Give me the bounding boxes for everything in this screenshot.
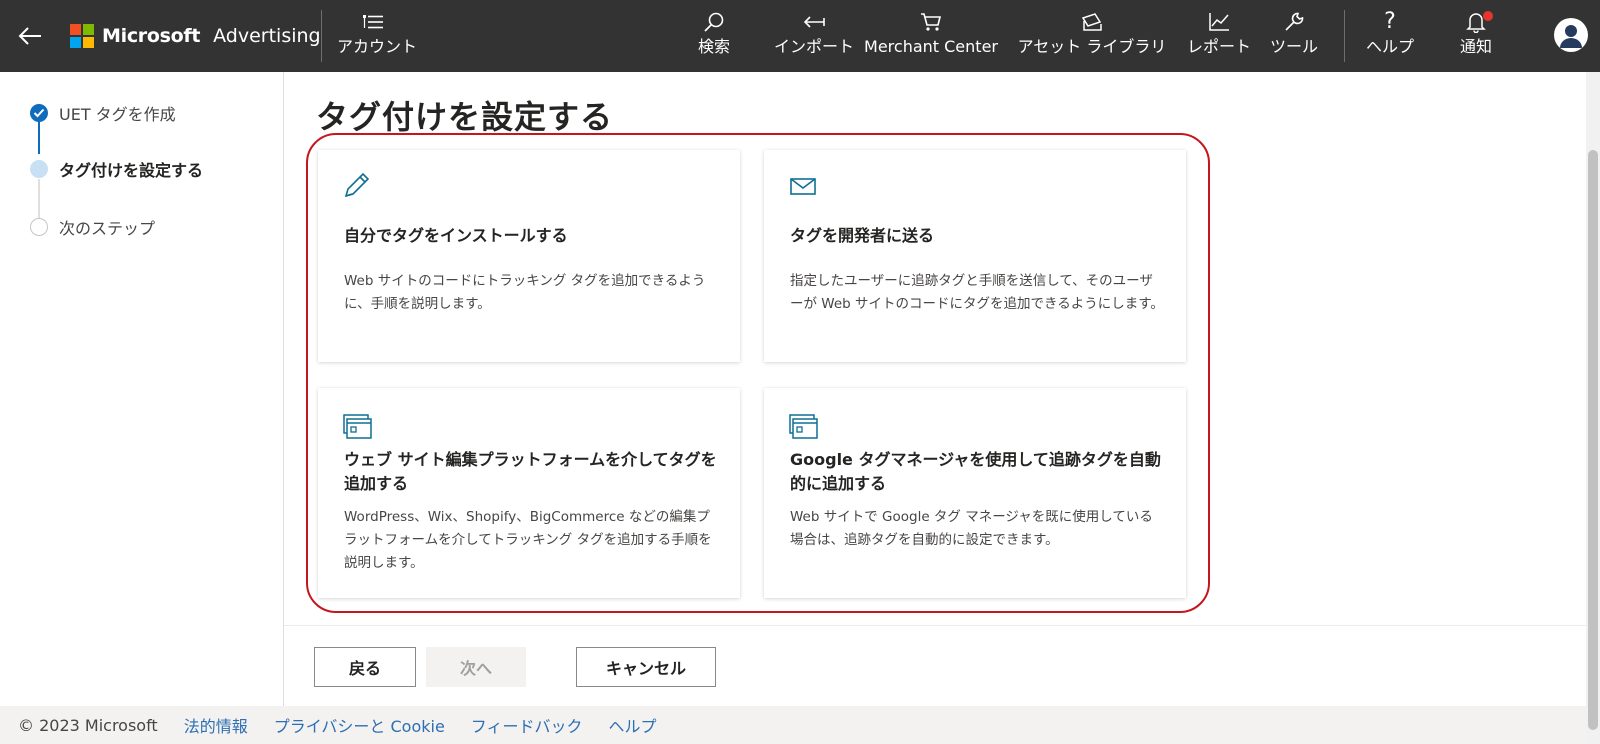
nav-merchant-center[interactable]: Merchant Center: [864, 10, 998, 62]
card-description: WordPress、Wix、Shopify、BigCommerce などの編集プ…: [344, 509, 712, 571]
nav-tools[interactable]: ツール: [1264, 10, 1324, 62]
nav-import[interactable]: インポート: [766, 10, 862, 62]
reports-chart-icon: [1208, 10, 1230, 34]
card-title: タグを開発者に送る: [790, 226, 935, 245]
account-tree-icon: [362, 10, 392, 34]
nav-merchant-label: Merchant Center: [864, 37, 998, 56]
step-configure-tagging: タグ付けを設定する: [30, 157, 203, 181]
footer-link-legal[interactable]: 法的情報: [184, 713, 248, 737]
account-label: アカウント: [336, 37, 417, 56]
nav-notifications[interactable]: 通知: [1452, 10, 1500, 62]
browser-window-icon: [343, 414, 372, 439]
user-avatar[interactable]: [1554, 18, 1588, 52]
topbar-divider: [321, 10, 322, 62]
help-question-icon: ?: [1384, 9, 1396, 34]
import-icon: [802, 10, 826, 34]
card-title: Google タグマネージャを使用して追跡タグを自動的に追加する: [790, 450, 1161, 493]
step-label: UET タグを作成: [59, 105, 176, 124]
microsoft-advertising-logo[interactable]: Microsoft Advertising: [70, 22, 321, 50]
next-button[interactable]: 次へ: [426, 647, 526, 687]
action-bar-divider: [284, 625, 1586, 626]
nav-tools-label: ツール: [1269, 37, 1318, 56]
current-step-dot-icon: [30, 160, 48, 178]
step-create-uet-tag[interactable]: UET タグを作成: [30, 101, 176, 125]
cancel-button[interactable]: キャンセル: [576, 647, 716, 687]
card-title: ウェブ サイト編集プラットフォームを介してタグを追加する: [344, 450, 717, 493]
user-icon: [1560, 25, 1582, 48]
step-label: 次のステップ: [59, 219, 156, 238]
nav-notifications-label: 通知: [1459, 37, 1492, 56]
nav-help[interactable]: ? ヘルプ: [1358, 10, 1422, 62]
asset-library-icon: [1080, 10, 1104, 34]
scrollbar-thumb[interactable]: [1588, 150, 1598, 730]
nav-search-label: 検索: [697, 37, 730, 56]
pencil-icon: [344, 172, 370, 198]
card-description: 指定したユーザーに追跡タグと手順を送信して、そのユーザーが Web サイトのコー…: [790, 273, 1164, 312]
top-navigation-bar: Microsoft Advertising アカウント 検索 インポート Mer…: [0, 0, 1600, 72]
nav-import-label: インポート: [773, 37, 854, 56]
microsoft-logo-icon: [70, 24, 94, 48]
checkmark-icon: [30, 104, 48, 122]
nav-reports-label: レポート: [1187, 37, 1252, 56]
footer: © 2023 Microsoft 法的情報 プライバシーと Cookie フィー…: [0, 706, 1586, 744]
empty-step-circle-icon: [30, 218, 48, 236]
product-name: Advertising: [213, 25, 321, 47]
mail-icon: [790, 178, 816, 195]
wrench-icon: [1283, 10, 1305, 34]
topbar-divider: [1344, 10, 1345, 62]
card-title: 自分でタグをインストールする: [344, 226, 568, 245]
brand-name: Microsoft: [102, 25, 201, 47]
option-card-website-platform[interactable]: ウェブ サイト編集プラットフォームを介してタグを追加する WordPress、W…: [318, 388, 740, 598]
nav-assets-label: アセット ライブラリ: [1017, 37, 1167, 56]
nav-reports[interactable]: レポート: [1187, 10, 1252, 62]
card-description: Web サイトで Google タグ マネージャを既に使用している場合は、追跡タ…: [790, 509, 1153, 548]
search-icon: [703, 10, 725, 34]
option-card-google-tag-manager[interactable]: Google タグマネージャを使用して追跡タグを自動的に追加する Web サイト…: [764, 388, 1186, 598]
copyright-text: © 2023 Microsoft: [18, 715, 158, 735]
option-card-send-to-developer[interactable]: タグを開発者に送る 指定したユーザーに追跡タグと手順を送信して、そのユーザーが …: [764, 150, 1186, 362]
step-connector-upcoming: [38, 179, 40, 219]
step-label: タグ付けを設定する: [59, 161, 204, 180]
wizard-steps-panel: UET タグを作成 タグ付けを設定する 次のステップ: [0, 72, 284, 706]
card-description: Web サイトのコードにトラッキング タグを追加できるように、手順を説明します。: [344, 273, 706, 312]
notification-badge: [1483, 11, 1493, 21]
nav-asset-library[interactable]: アセット ライブラリ: [1010, 10, 1174, 62]
nav-help-label: ヘルプ: [1365, 37, 1414, 56]
back-button[interactable]: 戻る: [314, 647, 416, 687]
footer-link-help[interactable]: ヘルプ: [608, 713, 656, 737]
back-arrow-icon: [18, 27, 41, 45]
shopping-cart-icon: [920, 10, 942, 34]
back-arrow-button[interactable]: [12, 18, 48, 54]
page-title: タグ付けを設定する: [316, 98, 614, 136]
footer-link-feedback[interactable]: フィードバック: [471, 713, 583, 737]
account-menu[interactable]: アカウント: [334, 10, 420, 62]
browser-window-icon: [789, 414, 818, 439]
step-connector-completed: [38, 122, 40, 154]
step-next-steps: 次のステップ: [30, 215, 155, 239]
footer-link-privacy[interactable]: プライバシーと Cookie: [274, 713, 445, 737]
nav-search[interactable]: 検索: [690, 10, 738, 62]
option-card-install-yourself[interactable]: 自分でタグをインストールする Web サイトのコードにトラッキング タグを追加で…: [318, 150, 740, 362]
